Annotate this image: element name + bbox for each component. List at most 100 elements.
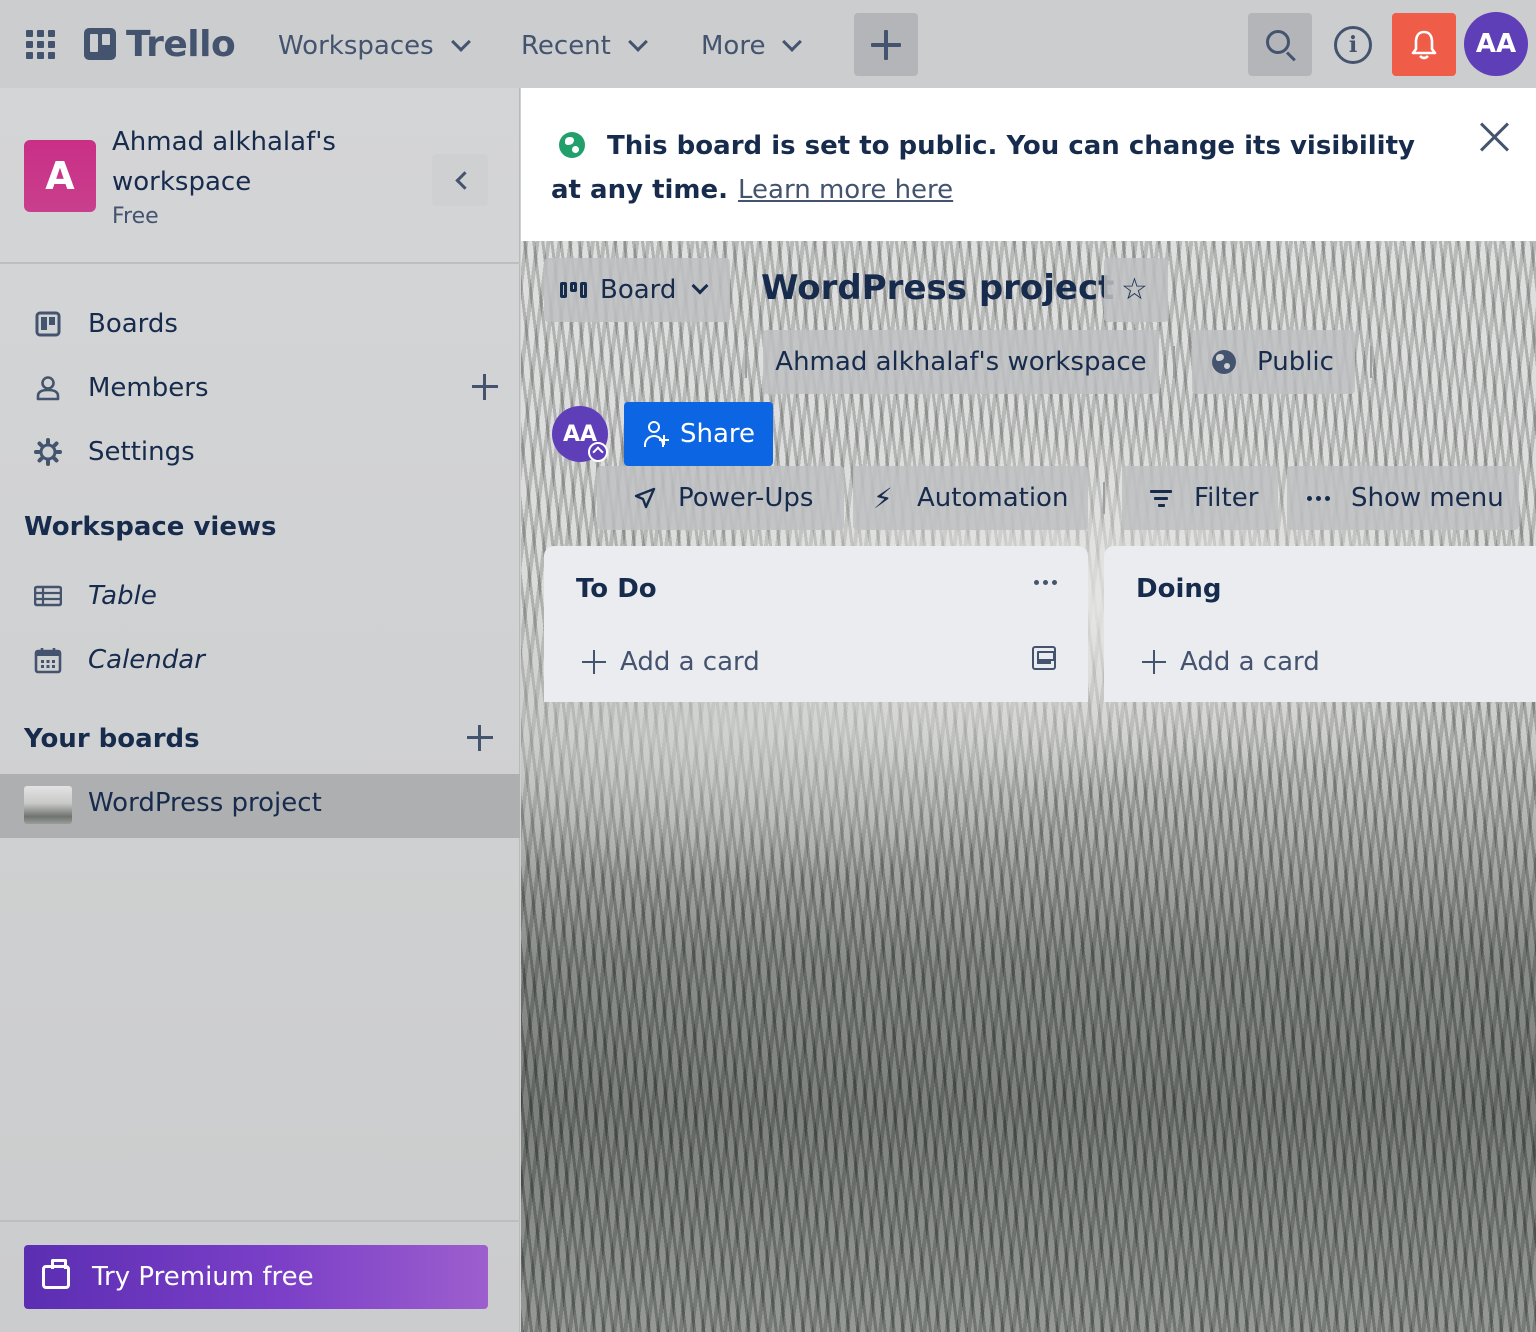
workspace-name: Ahmad alkhalaf's workspace: [112, 127, 336, 197]
show-menu-label: Show menu: [1351, 483, 1504, 513]
list-title[interactable]: Doing: [1136, 574, 1221, 604]
sidebar-board-wordpress-project[interactable]: WordPress project: [0, 774, 520, 838]
sidebar-item-boards[interactable]: Boards: [0, 296, 520, 352]
create-button[interactable]: [854, 13, 918, 76]
add-board-icon[interactable]: [467, 725, 493, 751]
briefcase-icon: [42, 1259, 70, 1289]
workspace-views-heading: Workspace views: [24, 512, 277, 542]
sidebar-divider: [0, 1220, 520, 1222]
plus-icon: [871, 29, 901, 60]
workspace-button-label: Ahmad alkhalaf's workspace: [775, 347, 1147, 377]
visibility-label: Public: [1257, 347, 1334, 377]
workspace-avatar: A: [24, 140, 96, 212]
globe-icon: [1212, 350, 1236, 374]
rocket-icon: [634, 487, 656, 509]
chevron-down-icon: [691, 277, 709, 295]
lightning-icon: ⚡: [873, 481, 893, 515]
calendar-icon: [34, 648, 62, 674]
chevron-down-icon: [627, 32, 648, 52]
share-button[interactable]: Share: [624, 402, 773, 466]
visibility-banner: This board is set to public. You can cha…: [521, 88, 1536, 241]
add-card-button[interactable]: Add a card: [582, 642, 760, 682]
star-board-button[interactable]: ☆: [1104, 258, 1168, 322]
automation-button[interactable]: ⚡ Automation: [853, 466, 1088, 530]
add-member-icon[interactable]: [472, 374, 498, 400]
add-card-label: Add a card: [1180, 647, 1320, 677]
star-icon: ☆: [1121, 272, 1148, 307]
power-ups-button[interactable]: Power-Ups: [597, 466, 844, 530]
banner-message: This board is set to public. You can cha…: [551, 131, 1415, 205]
gear-icon: [34, 438, 62, 466]
chevron-down-icon: [450, 32, 471, 52]
list-actions-icon[interactable]: [1034, 580, 1057, 585]
list-title[interactable]: To Do: [576, 574, 657, 604]
close-icon[interactable]: [1479, 120, 1511, 152]
learn-more-link[interactable]: Learn more here: [738, 175, 953, 205]
board-member-avatar[interactable]: AA: [552, 406, 608, 462]
plus-icon: [582, 650, 606, 674]
your-boards-heading: Your boards: [24, 724, 200, 754]
sidebar-item-label: Table: [88, 581, 157, 611]
filter-button[interactable]: Filter: [1122, 466, 1278, 530]
filter-label: Filter: [1194, 483, 1259, 513]
sidebar-item-calendar[interactable]: Calendar: [0, 632, 520, 688]
more-label: More: [701, 31, 766, 61]
recent-dropdown[interactable]: Recent: [521, 24, 648, 68]
list-to-do[interactable]: To Do Add a card: [544, 546, 1088, 702]
list-doing[interactable]: Doing Add a card: [1104, 546, 1536, 702]
trello-logo-icon: [84, 28, 116, 60]
notifications-button[interactable]: [1392, 13, 1456, 76]
sidebar-item-label: Calendar: [88, 645, 205, 675]
board-thumbnail: [24, 786, 72, 824]
table-icon: [34, 585, 62, 607]
board-name: WordPress project: [88, 788, 322, 818]
automation-label: Automation: [917, 483, 1069, 513]
visibility-button[interactable]: Public: [1192, 330, 1355, 394]
admin-badge-icon: [588, 442, 608, 462]
logo-text: Trello: [126, 23, 236, 65]
separator: [1370, 346, 1372, 378]
add-card-button[interactable]: Add a card: [1142, 642, 1320, 682]
plus-icon: [1142, 650, 1166, 674]
sidebar: A Ahmad alkhalaf's workspace Free Boards…: [0, 88, 520, 1332]
workspace-visible-button[interactable]: Ahmad alkhalaf's workspace: [763, 330, 1159, 394]
recent-label: Recent: [521, 31, 611, 61]
share-label: Share: [680, 419, 756, 449]
board-view-label: Board: [600, 275, 677, 305]
board-view-switcher[interactable]: Board: [544, 258, 730, 322]
sidebar-item-label: Members: [88, 373, 209, 403]
add-person-icon: [644, 421, 670, 447]
collapse-sidebar-button[interactable]: [432, 154, 488, 206]
show-menu-button[interactable]: Show menu: [1287, 466, 1519, 530]
board-canvas: This board is set to public. You can cha…: [521, 88, 1536, 1332]
separator: [1103, 482, 1105, 514]
separator: [745, 346, 747, 378]
board-icon: [35, 311, 61, 337]
add-card-label: Add a card: [620, 647, 760, 677]
chevron-down-icon: [782, 32, 803, 52]
person-icon: [36, 376, 60, 401]
trello-logo[interactable]: Trello: [84, 22, 236, 66]
sidebar-item-table[interactable]: Table: [0, 568, 520, 624]
search-button[interactable]: [1248, 13, 1312, 76]
more-dots-icon: [1307, 496, 1330, 501]
search-icon: [1266, 30, 1290, 54]
board-view-icon: [560, 282, 588, 298]
app-switcher-icon[interactable]: [20, 24, 60, 64]
sidebar-item-label: Settings: [88, 437, 195, 467]
premium-label: Try Premium free: [92, 1262, 314, 1292]
workspace-header: A Ahmad alkhalaf's workspace Free: [0, 88, 520, 264]
workspaces-dropdown[interactable]: Workspaces: [278, 24, 471, 68]
sidebar-item-settings[interactable]: Settings: [0, 424, 520, 480]
filter-icon: [1150, 490, 1172, 507]
bell-icon: [1411, 30, 1437, 59]
sidebar-item-label: Boards: [88, 309, 178, 339]
board-title[interactable]: WordPress project: [761, 268, 1114, 308]
sidebar-item-members[interactable]: Members: [0, 360, 520, 416]
info-icon[interactable]: i: [1334, 26, 1372, 64]
try-premium-button[interactable]: Try Premium free: [24, 1245, 488, 1309]
card-template-icon[interactable]: [1032, 646, 1056, 670]
more-dropdown[interactable]: More: [701, 24, 803, 68]
account-avatar[interactable]: AA: [1464, 12, 1528, 76]
separator: [1173, 346, 1175, 378]
